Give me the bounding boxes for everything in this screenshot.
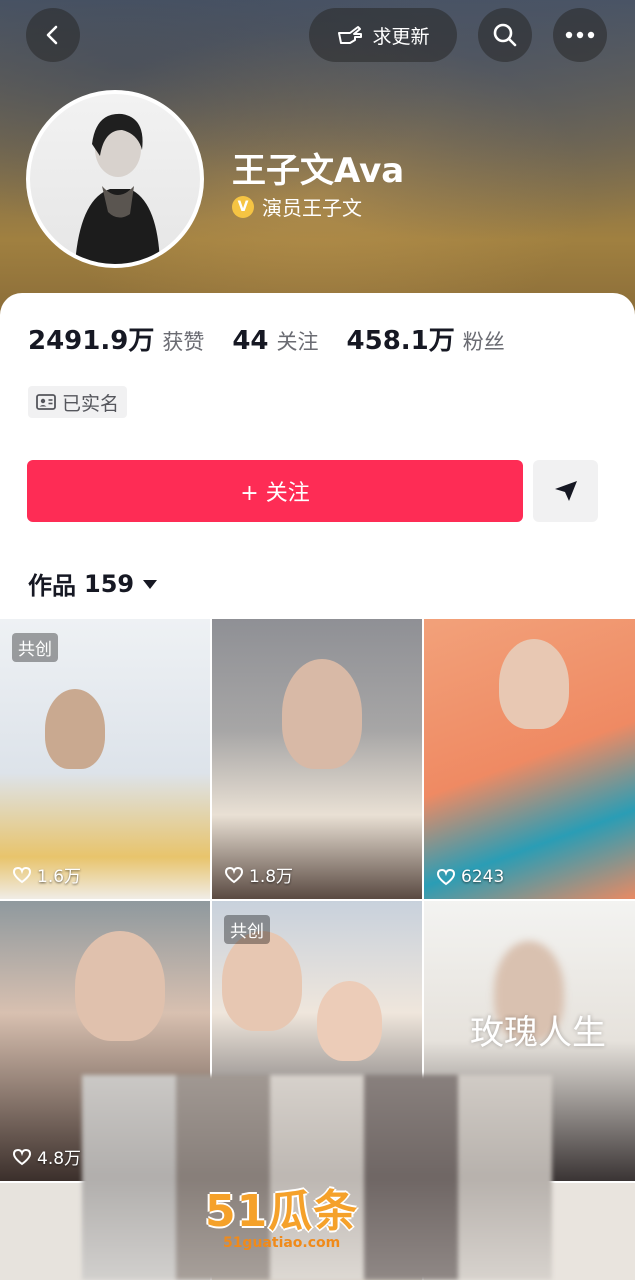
video-tile[interactable]: 1.8万 — [212, 619, 422, 899]
cocreate-badge: 共创 — [12, 633, 58, 662]
follow-button[interactable]: + 关注 — [27, 460, 523, 522]
heart-icon — [12, 1148, 32, 1165]
video-thumbnail — [75, 931, 165, 1041]
avatar-portrait-image — [75, 113, 160, 264]
video-tile[interactable]: 6243 — [424, 619, 635, 899]
message-button[interactable] — [533, 460, 598, 522]
id-card-icon — [36, 394, 56, 410]
more-button[interactable] — [553, 8, 607, 62]
verified-badge-icon: V — [232, 195, 254, 218]
video-likes: 6243 — [436, 867, 504, 887]
watermark-brand: 51瓜条 — [205, 1186, 359, 1237]
tab-works[interactable]: 作品 159 — [28, 566, 158, 601]
profile-name: 王子文Ava — [232, 151, 405, 191]
heart-icon — [436, 868, 456, 886]
heart-icon — [224, 866, 244, 883]
request-update-label: 求更新 — [372, 25, 430, 48]
followers-label[interactable]: 粉丝 — [463, 326, 505, 356]
video-thumbnail — [222, 931, 302, 1031]
follow-label: + 关注 — [240, 481, 310, 506]
following-count[interactable]: 44 — [232, 326, 268, 356]
caret-down-icon — [143, 579, 158, 589]
video-tile[interactable]: 共创 1.6万 — [0, 619, 210, 899]
followers-count[interactable]: 458.1万 — [347, 320, 455, 357]
cocreate-badge: 共创 — [224, 915, 270, 944]
works-label: 作品 — [28, 572, 76, 600]
stats-row: 2491.9万 获赞 44 关注 458.1万 粉丝 — [28, 320, 533, 357]
likes-count-label: 1.6万 — [37, 867, 82, 887]
watermark: 51瓜条 51guatiao.com — [205, 1175, 358, 1251]
back-button[interactable] — [26, 8, 80, 62]
video-likes: 4.8万 — [12, 1144, 81, 1169]
following-label[interactable]: 关注 — [277, 326, 319, 356]
verified-row: V 演员王子文 — [232, 192, 362, 221]
video-thumbnail — [282, 659, 362, 769]
request-update-button[interactable]: 求更新 — [309, 8, 457, 62]
likes-count-label: 4.8万 — [37, 1149, 82, 1169]
video-thumbnail — [317, 981, 382, 1061]
likes-count-label: 6243 — [461, 867, 505, 887]
verified-label: 演员王子文 — [262, 196, 362, 220]
video-title-overlay: 玫瑰人生 — [470, 1013, 606, 1053]
works-count: 159 — [84, 569, 135, 598]
likes-count-label: 1.8万 — [249, 867, 294, 887]
heart-icon — [12, 866, 32, 883]
video-likes: 1.8万 — [224, 862, 293, 887]
point-hand-icon — [338, 26, 363, 44]
likes-label: 获赞 — [162, 330, 205, 354]
realname-badge: 已实名 — [28, 386, 128, 418]
search-icon — [493, 23, 517, 47]
likes-count: 2491.9万 — [28, 326, 155, 356]
video-thumbnail — [45, 689, 105, 769]
watermark-site: 51guatiao.com — [222, 1235, 341, 1251]
back-arrow-icon — [46, 25, 58, 45]
realname-label: 已实名 — [62, 392, 120, 415]
avatar[interactable] — [26, 90, 204, 268]
send-icon — [554, 481, 577, 501]
more-dots-icon — [565, 31, 595, 39]
video-likes: 1.6万 — [12, 862, 81, 887]
search-button[interactable] — [478, 8, 532, 62]
video-thumbnail — [499, 639, 569, 729]
